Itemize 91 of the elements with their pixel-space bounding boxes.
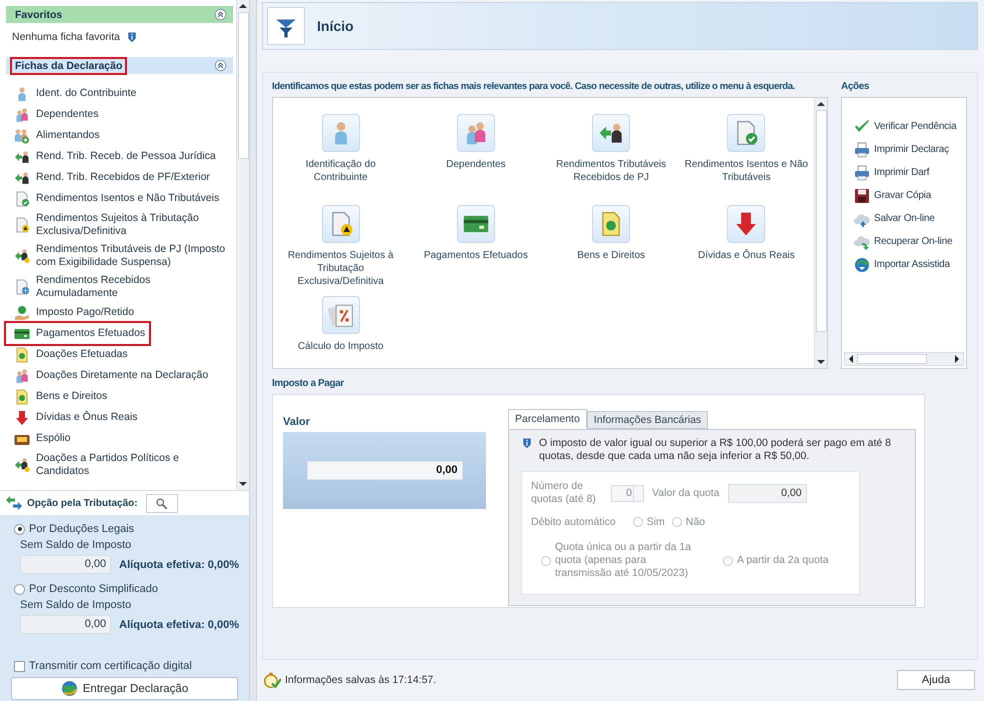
action-link[interactable]: Imprimir Darf bbox=[854, 161, 966, 184]
sheet-shortcut[interactable]: Bens e Direitos bbox=[544, 205, 678, 296]
money-document-icon bbox=[14, 388, 30, 404]
sheet-shortcut[interactable]: Pagamentos Efetuados bbox=[408, 205, 543, 296]
status-text: Informações salvas às 17:14:57. bbox=[285, 674, 438, 686]
vertical-scrollbar[interactable] bbox=[236, 0, 249, 490]
sidebar-item[interactable]: Rendimentos Recebidos Acumuladamente bbox=[6, 271, 233, 302]
checkmark-icon bbox=[854, 118, 870, 134]
down-arrow-icon bbox=[14, 410, 30, 426]
coin-hand-icon bbox=[14, 304, 30, 320]
installments-label: Número de quotas (até 8) bbox=[531, 480, 597, 506]
submit-declaration-button[interactable]: Entregar Declaração bbox=[11, 677, 238, 700]
printer-icon bbox=[854, 142, 870, 158]
certificate-checkbox[interactable]: Transmitir com certificação digital bbox=[14, 659, 239, 673]
action-link[interactable]: Salvar On-line bbox=[854, 207, 966, 230]
tax-value-field: 0,00 bbox=[306, 461, 462, 480]
percent-documents-icon bbox=[328, 302, 354, 328]
page-title: Início bbox=[317, 18, 354, 34]
actions-title: Ações bbox=[841, 81, 870, 94]
info-icon bbox=[521, 437, 533, 449]
arrow-person-icon bbox=[14, 170, 30, 186]
sidebar-item[interactable]: Pagamentos Efetuados bbox=[6, 323, 150, 344]
empty-favorites-text: Nenhuma ficha favorita bbox=[12, 31, 120, 43]
swap-arrows-icon bbox=[5, 496, 23, 510]
sidebar-item[interactable]: Doações a Partidos Políticos e Candidatos bbox=[6, 449, 233, 480]
cloud-icon bbox=[854, 234, 870, 250]
action-link[interactable]: Imprimir Declaraç bbox=[854, 138, 966, 161]
tax-status-text: Sem Saldo de Imposto bbox=[19, 539, 132, 553]
quota-value-label: Valor da quota bbox=[652, 487, 720, 499]
collapse-icon bbox=[214, 59, 227, 72]
panel-splitter[interactable] bbox=[250, 0, 257, 701]
sidebar-item[interactable]: Rendimentos Sujeitos à Tributação Exclusiva/Definitiva bbox=[6, 209, 233, 240]
value-label: Valor bbox=[283, 416, 311, 430]
people-icon bbox=[14, 106, 30, 122]
sheets-header[interactable]: Fichas da Declaração bbox=[6, 57, 233, 74]
auto-debit-label: Débito automático bbox=[531, 516, 616, 528]
document-check-icon bbox=[14, 190, 30, 206]
sidebar-item[interactable]: Dívidas e Ônus Reais bbox=[6, 407, 233, 428]
sheet-shortcut[interactable]: Rendimentos Tributáveis Recebidos de PJ bbox=[544, 114, 678, 205]
sheet-shortcut[interactable]: Dívidas e Ônus Reais bbox=[679, 205, 814, 296]
sidebar-item[interactable]: Doações Diretamente na Declaração bbox=[6, 365, 233, 386]
info-icon bbox=[126, 31, 138, 43]
quota-value-field: 0,00 bbox=[728, 484, 807, 502]
tax-status-text: Sem Saldo de Imposto bbox=[19, 599, 132, 613]
clock-check-icon bbox=[263, 671, 281, 689]
sidebar-item[interactable]: Ident. do Contribuinte bbox=[6, 83, 233, 104]
amount-field: 0,00 bbox=[20, 555, 112, 574]
sidebar-item[interactable]: Bens e Direitos bbox=[6, 386, 233, 407]
action-link[interactable]: Importar Assistida bbox=[854, 253, 966, 276]
globe-icon bbox=[60, 680, 78, 697]
taxation-option-label: Opção pela Tributação: bbox=[27, 498, 138, 508]
sheet-shortcut[interactable]: Identificação do Contribuinte bbox=[274, 114, 408, 205]
collapse-icon bbox=[214, 8, 227, 21]
radio-option[interactable]: Por Deduções Legais bbox=[14, 521, 239, 537]
document-warning-icon bbox=[14, 216, 30, 232]
sidebar-item[interactable]: Espólio bbox=[6, 428, 233, 449]
notice-text: O imposto de valor igual ou superior a R$ 100,00 poderá ser pago em até 8 quotas, desde que cada uma não seja inferior a R$ 50,00. bbox=[539, 437, 892, 463]
vertical-scrollbar[interactable] bbox=[814, 98, 827, 368]
people-add-icon bbox=[14, 128, 30, 144]
printer-icon bbox=[854, 164, 870, 180]
sidebar-item[interactable]: Rendimentos Isentos e Não Tributáveis bbox=[6, 188, 233, 209]
effective-rate-text: Alíquota efetiva: 0,00% bbox=[119, 558, 239, 570]
sidebar-item[interactable]: Alimentandos bbox=[6, 125, 233, 146]
tax-due-title: Imposto a Pagar bbox=[272, 378, 345, 391]
sidebar-item[interactable]: Rend. Trib. Recebidos de PF/Exterior bbox=[6, 167, 233, 188]
arrow-person-icon bbox=[14, 148, 30, 164]
sheet-shortcut[interactable]: Rendimentos Sujeitos à Tributação Exclusiva/Definitiva bbox=[274, 205, 408, 296]
sidebar-item[interactable]: Imposto Pago/Retido bbox=[6, 302, 233, 323]
sidebar-item[interactable]: Doações Efetuadas bbox=[6, 344, 233, 365]
action-link[interactable]: Recuperar On-line bbox=[854, 230, 966, 253]
radio-option[interactable]: Por Desconto Simplificado bbox=[14, 581, 239, 597]
amount-field: 0,00 bbox=[20, 615, 112, 634]
floppy-icon bbox=[854, 188, 870, 204]
sheet-shortcut[interactable]: Dependentes bbox=[408, 114, 543, 205]
help-button[interactable]: Ajuda bbox=[897, 670, 975, 690]
sidebar-item[interactable]: Rend. Trib. Receb. de Pessoa Jurídica bbox=[6, 146, 233, 167]
effective-rate-text: Alíquota efetiva: 0,00% bbox=[119, 618, 239, 630]
action-link[interactable]: Verificar Pendência bbox=[854, 115, 966, 138]
suggestions-intro: Identificamos que estas podem ser as fichas mais relevantes para você. Caso necessite de outras, utilize o menu à esquerda. bbox=[272, 81, 796, 94]
sheet-shortcut[interactable]: Rendimentos Isentos e Não Tributáveis bbox=[679, 114, 814, 205]
action-link[interactable]: Gravar Cópia bbox=[854, 184, 966, 207]
money-document-icon bbox=[14, 346, 30, 362]
sidebar-item[interactable]: Dependentes bbox=[6, 104, 233, 125]
horizontal-scrollbar[interactable] bbox=[844, 352, 964, 366]
sidebar-item[interactable]: Rendimentos Tributáveis de PJ (Imposto com Exigibilidade Suspensa) bbox=[6, 240, 233, 271]
people-icon bbox=[14, 368, 30, 384]
sheet-shortcut[interactable]: Cálculo do Imposto bbox=[274, 296, 408, 362]
import-icon bbox=[854, 256, 870, 272]
search-button[interactable] bbox=[146, 494, 178, 512]
favorites-header[interactable]: Favoritos bbox=[6, 6, 233, 23]
search-icon bbox=[155, 496, 168, 510]
